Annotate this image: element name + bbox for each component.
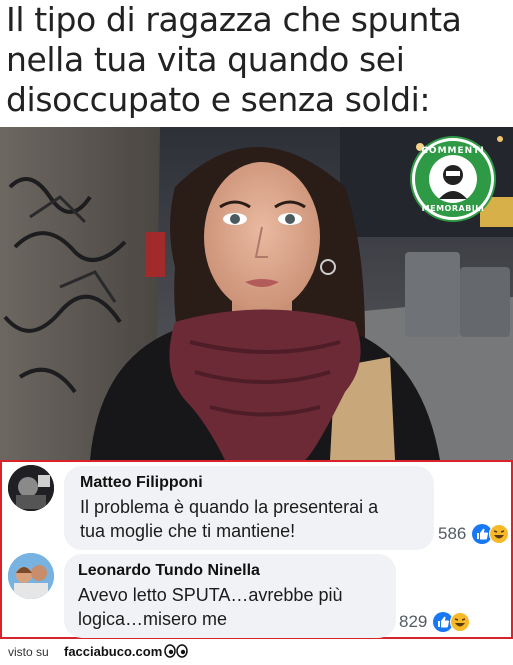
reaction-summary[interactable]: 829: [399, 612, 471, 632]
footer-prefix: visto su: [8, 645, 49, 659]
comment-text: tua moglie che ti mantiene!: [80, 521, 296, 541]
comment-item: Leonardo Tundo Ninella Avevo letto SPUTA…: [2, 550, 511, 640]
badge-face-icon: [429, 155, 477, 203]
eyes-icon: [164, 644, 188, 658]
avatar[interactable]: [8, 465, 54, 511]
comment-text: Il problema è quando la presenterai a: [80, 497, 379, 517]
comment-author[interactable]: Leonardo Tundo Ninella: [78, 562, 260, 580]
comments-panel: Matteo Filipponi Il problema è quando la…: [0, 460, 513, 639]
haha-icon: [450, 612, 471, 632]
meme-caption: Il tipo di ragazza che spunta nella tua …: [6, 0, 462, 119]
footer-site-link[interactable]: facciabuco.com: [64, 644, 162, 659]
comment-text: logica…misero me: [78, 609, 228, 629]
reaction-count: 829: [399, 612, 428, 631]
avatar[interactable]: [8, 553, 54, 599]
comment-text: Avevo letto SPUTA…avrebbe più: [78, 585, 343, 605]
reaction-count: 586: [438, 524, 467, 543]
badge-bottom-text: MEMORABILI: [421, 204, 485, 213]
haha-icon: [489, 524, 510, 544]
comment-author[interactable]: Matteo Filipponi: [80, 474, 203, 492]
commenti-memorabili-badge: COMMENTI MEMORABILI: [412, 138, 494, 220]
footer: visto su facciabuco.com: [0, 640, 513, 665]
comment-item: Matteo Filipponi Il problema è quando la…: [2, 462, 511, 552]
reaction-summary[interactable]: 586: [438, 524, 510, 544]
